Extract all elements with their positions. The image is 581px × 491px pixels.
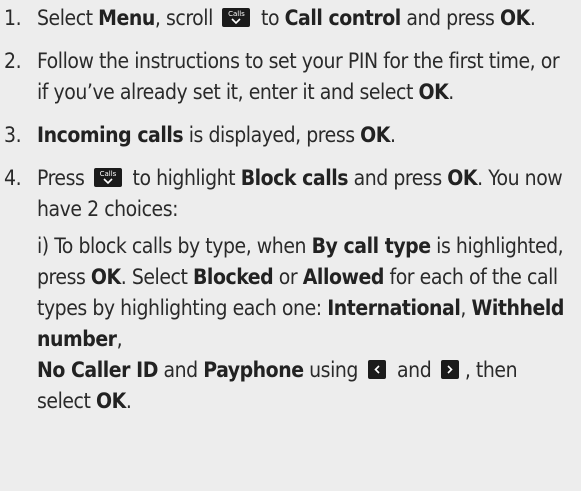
chevron-right-icon [447,364,453,374]
step-number: 1. [4,6,22,30]
step-text: . [529,6,536,30]
step-text: to [255,6,285,30]
step-3: 3. Incoming calls is displayed, press OK… [0,120,581,151]
ok-label: OK [90,265,121,289]
by-call-type-label: By call type [311,234,431,258]
ok-label: OK [500,6,530,30]
step-2: 2. Follow the instructions to set your P… [0,46,581,108]
step-4-main-text: Press Calls to highlight Block calls and… [37,163,573,225]
block-calls-label: Block calls [240,166,349,190]
step-text: is displayed, press [183,123,361,147]
step-text: . [389,123,396,147]
menu-label: Menu [98,6,155,30]
step-text: , scroll [154,6,219,30]
call-control-label: Call control [284,6,402,30]
ok-label: OK [96,389,126,413]
payphone-label: Payphone [203,358,304,382]
step-text: . Select [120,265,193,289]
step-text: , [116,327,123,351]
step-text: to highlight [126,166,241,190]
allowed-label: Allowed [302,265,385,289]
block-by-type-paragraph: i) To block calls by type, when By call … [37,231,573,417]
step-text: and press [348,166,448,190]
step-text: Press [37,166,90,190]
blocked-label: Blocked [192,265,274,289]
step-number: 3. [4,123,22,147]
instruction-steps: 1. Select Menu, scroll Calls to Call con… [0,3,581,491]
step-text: and [157,358,204,382]
calls-key-label: Calls [99,169,117,178]
step-text: i) To block calls by type, when [37,234,312,258]
step-text: and [391,358,437,382]
calls-scroll-key-icon: Calls [222,7,251,27]
ok-label: OK [360,123,390,147]
incoming-calls-label: Incoming calls [37,123,184,147]
international-label: International [327,296,461,320]
step-text: , [460,296,472,320]
step-1: 1. Select Menu, scroll Calls to Call con… [0,3,581,34]
calls-scroll-key-icon: Calls [93,167,122,187]
step-text: Select [37,6,99,30]
chevron-left-icon [373,364,380,374]
step-4: 4. Press Calls to highlight Block calls … [0,163,581,417]
step-text: . [125,389,132,413]
step-number: 2. [4,49,22,73]
chevron-down-icon [231,17,242,24]
right-arrow-key-icon [440,359,459,379]
left-arrow-key-icon [367,359,386,379]
ok-label: OK [447,166,478,190]
step-text: and press [400,6,500,30]
step-text: or [273,265,303,289]
calls-key-label: Calls [228,9,245,18]
no-caller-id-label: No Caller ID [37,358,158,382]
chevron-down-icon [103,177,113,184]
step-text: . [448,80,454,104]
step-text: Follow the instructions to set your PIN … [37,49,560,104]
step-text: using [303,358,364,382]
step-number: 4. [4,166,22,190]
ok-label: OK [418,80,449,104]
